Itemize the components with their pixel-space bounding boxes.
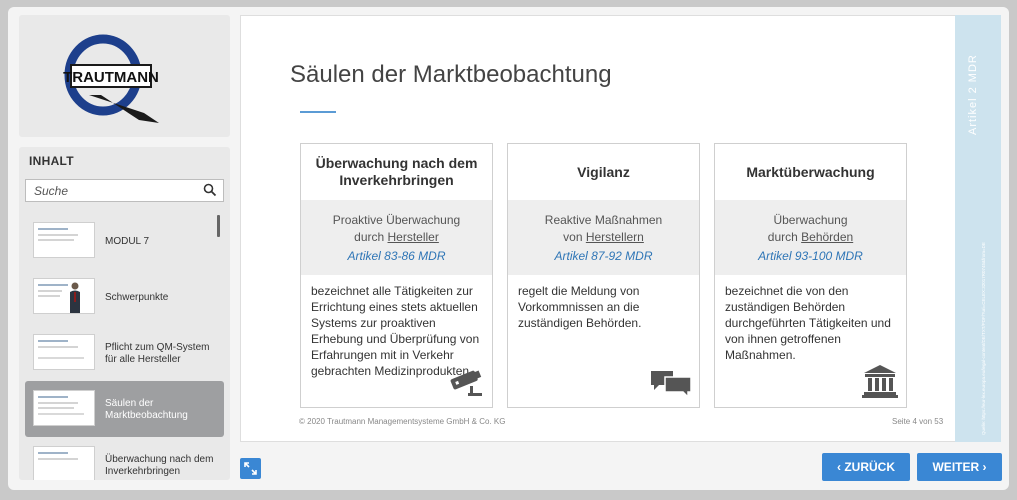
card-summary: Reaktive Maßnahmen von Herstellern Artik… [508, 200, 699, 275]
chevron-left-icon: ‹ [836, 460, 845, 474]
card-summary-prefix: von [563, 230, 586, 244]
article-label: Artikel 2 MDR [967, 54, 979, 135]
search-input[interactable] [26, 180, 196, 201]
slide-thumbnail [33, 222, 95, 258]
title-underline [300, 111, 336, 113]
card-summary-line1: Reaktive Maßnahmen [544, 213, 663, 227]
slide-title: Säulen der Marktbeobachtung [290, 61, 612, 88]
logo-panel: TRAUTMANN [19, 15, 230, 137]
search-icon[interactable] [203, 183, 217, 202]
government-building-icon [862, 364, 898, 403]
copyright-footer: © 2020 Trautmann Managementsysteme GmbH … [299, 417, 506, 426]
card-article-ref: Artikel 87-92 MDR [554, 249, 653, 263]
search-box [25, 179, 224, 202]
source-link[interactable]: Quelle: https://eur-lex.europa.eu/legal-… [981, 242, 986, 435]
toc-item-label: MODUL 7 [105, 236, 150, 247]
card-article-ref: Artikel 83-86 MDR [347, 249, 446, 263]
back-button-label: ZURÜCK [844, 460, 895, 474]
toc-item-schwerpunkte[interactable]: Schwerpunkte [25, 269, 224, 325]
expand-icon [244, 462, 257, 475]
card-title: Vigilanz [577, 163, 630, 180]
card-summary-actor: Herstellern [585, 230, 644, 244]
card-ueberwachung: Überwachung nach dem Inverkehrbringen Pr… [300, 143, 493, 408]
slide-thumbnail [33, 334, 95, 370]
toc-header: INHALT [29, 154, 74, 168]
security-camera-icon [446, 368, 486, 403]
card-summary-line1: Proaktive Überwachung [332, 213, 461, 227]
toc-item-saeulen-marktbeobachtung[interactable]: Säulen der Marktbeobachtung [25, 381, 224, 437]
page-indicator: Seite 4 von 53 [892, 417, 944, 426]
card-description: bezeichnet die von den zuständigen Behör… [725, 284, 891, 362]
side-banner: Artikel 2 MDR Quelle: https://eur-lex.eu… [955, 15, 1001, 442]
slide-thumbnail [33, 278, 95, 314]
trautmann-logo: TRAUTMANN [63, 34, 159, 123]
card-summary-actor: Hersteller [387, 230, 439, 244]
card-title: Überwachung nach dem Inverkehrbringen [315, 155, 478, 188]
card-summary: Proaktive Überwachung durch Hersteller A… [301, 200, 492, 275]
slide-thumbnail [33, 390, 95, 426]
card-description: regelt die Meldung von Vorkommnissen an … [518, 284, 642, 330]
card-vigilanz: Vigilanz Reaktive Maßnahmen von Herstell… [507, 143, 700, 408]
card-summary-prefix: durch [354, 230, 388, 244]
toc-item-modul-7[interactable]: MODUL 7 [25, 213, 224, 269]
card-marktueberwachung: Marktüberwachung Überwachung durch Behör… [714, 143, 907, 408]
card-summary-prefix: durch [767, 230, 802, 244]
card-title: Marktüberwachung [746, 163, 875, 180]
logo-text: TRAUTMANN [63, 69, 159, 86]
next-button-label: WEITER [932, 460, 980, 474]
back-button[interactable]: ‹ ZURÜCK [822, 453, 910, 481]
card-article-ref: Artikel 93-100 MDR [758, 249, 863, 263]
slide-thumbnail [33, 446, 95, 480]
toc-item-label: Säulen der Marktbeobachtung [105, 398, 188, 421]
toc-item-pflicht-qm-system[interactable]: Pflicht zum QM-System für alle Herstelle… [25, 325, 224, 381]
slide-content: Säulen der Marktbeobachtung Überwachung … [240, 15, 1001, 442]
toc-item-label: Pflicht zum QM-System für alle Herstelle… [105, 342, 210, 365]
card-summary: Überwachung durch Behörden Artikel 93-10… [715, 200, 906, 275]
speech-bubbles-icon [649, 368, 693, 403]
next-button[interactable]: WEITER › [917, 453, 1002, 481]
fullscreen-button[interactable] [240, 458, 261, 479]
card-summary-line1: Überwachung [773, 213, 848, 227]
chevron-right-icon: › [979, 460, 987, 474]
table-of-contents: INHALT MODUL 7 Schwerpunkte Pflicht zum … [19, 147, 230, 480]
card-description: bezeichnet alle Tätigkeiten zur Errichtu… [311, 284, 480, 378]
card-summary-actor: Behörden [801, 230, 854, 244]
toc-item-label: Schwerpunkte [105, 292, 169, 303]
toc-item-ueberwachung-inverkehrbringen[interactable]: Überwachung nach dem Inverkehrbringen [25, 437, 224, 480]
toc-item-label: Überwachung nach dem Inverkehrbringen [105, 454, 214, 477]
